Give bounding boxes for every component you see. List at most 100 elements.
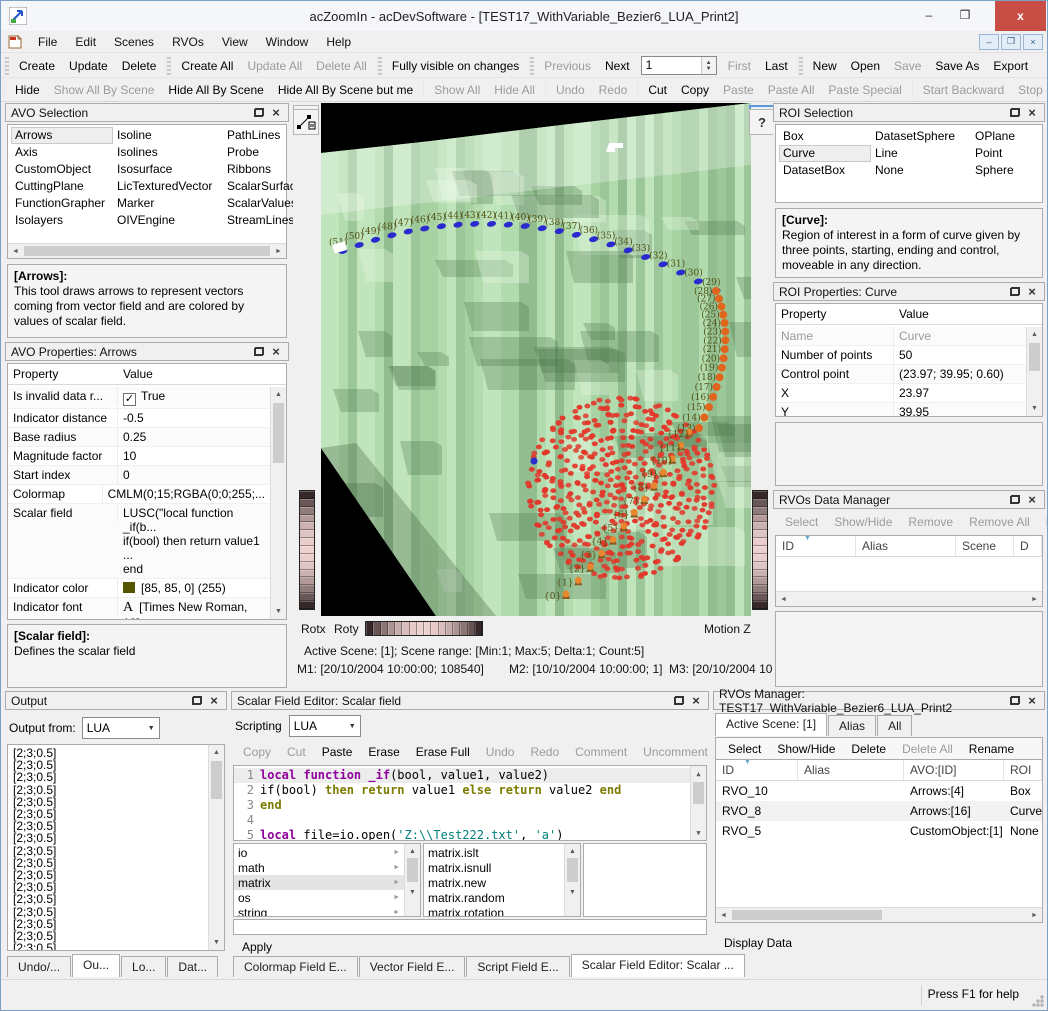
property-row[interactable]: Y39.95 <box>776 403 1026 416</box>
roi-item-line[interactable]: Line <box>871 145 971 162</box>
float-panel-icon[interactable] <box>252 346 266 358</box>
menu-rvos[interactable]: RVOs <box>163 33 213 51</box>
next-button[interactable]: Next <box>598 56 637 76</box>
column-header-scene[interactable]: Scene <box>956 536 1014 556</box>
roi-item-sphere[interactable]: Sphere <box>971 162 1043 179</box>
spinbox-arrows-icon[interactable]: ▲▼ <box>701 57 716 74</box>
property-row[interactable]: Base radius0.25 <box>8 428 270 447</box>
output-tab-dat[interactable]: Dat... <box>167 956 218 977</box>
avo-item-lictexturedvector[interactable]: LicTexturedVector <box>113 178 223 195</box>
minimize-button[interactable]: – <box>913 1 945 29</box>
copy-button[interactable]: Copy <box>674 80 716 100</box>
fn-item-matrix-isnull[interactable]: matrix.isnull <box>424 860 564 875</box>
show-hide-button[interactable]: Show/Hide <box>769 739 843 759</box>
lib-item-io[interactable]: io► <box>234 845 404 860</box>
editor-tab-colormap-field-e[interactable]: Colormap Field E... <box>233 956 358 977</box>
rvo-table-row[interactable]: RVO_8Arrows:[16]Curve <box>716 801 1042 821</box>
roi-properties-vscrollbar[interactable]: ▲ ▼ <box>1026 327 1042 416</box>
float-panel-icon[interactable] <box>252 107 266 119</box>
paste-button[interactable]: Paste <box>314 742 361 762</box>
title-bar[interactable]: acZoomIn - acDevSoftware - [TEST17_WithV… <box>1 1 1047 31</box>
column-header-alias[interactable]: Alias <box>856 536 956 556</box>
rvm-tab-all[interactable]: All <box>877 715 912 736</box>
rvo-table-row[interactable]: RVO_10Arrows:[4]Box <box>716 781 1042 801</box>
output-tab-undo[interactable]: Undo/... <box>7 956 71 977</box>
erase-full-button[interactable]: Erase Full <box>408 742 478 762</box>
property-row[interactable]: Control point(23.97; 39.95; 0.60) <box>776 365 1026 384</box>
column-header[interactable]: Property <box>776 304 894 324</box>
motion-z-label[interactable]: Motion Z <box>704 622 751 636</box>
column-header[interactable]: Value <box>118 364 158 384</box>
avo-item-ribbons[interactable]: Ribbons <box>223 161 293 178</box>
float-panel-icon[interactable] <box>1008 286 1022 298</box>
fn-item-matrix-islt[interactable]: matrix.islt <box>424 845 564 860</box>
erase-button[interactable]: Erase <box>360 742 407 762</box>
cut-button[interactable]: Cut <box>641 80 674 100</box>
avo-item-cuttingplane[interactable]: CuttingPlane <box>11 178 113 195</box>
avo-item-isosurface[interactable]: Isosurface <box>113 161 223 178</box>
avo-item-streamlines[interactable]: StreamLines <box>223 212 293 229</box>
lib-item-string[interactable]: string► <box>234 905 404 916</box>
fn-item-matrix-rotation[interactable]: matrix.rotation <box>424 905 564 916</box>
code-line[interactable]: 5local file=io.open('Z:\\Test222.txt', '… <box>234 828 690 840</box>
create-all-button[interactable]: Create All <box>174 56 240 76</box>
menu-file[interactable]: File <box>29 33 66 51</box>
property-row[interactable]: Is invalid data r...✓True <box>8 387 270 409</box>
roi-item-oplane[interactable]: OPlane <box>971 128 1043 145</box>
close-panel-icon[interactable] <box>1025 695 1039 707</box>
rvo-table-row[interactable]: RVO_5CustomObject:[1]None <box>716 821 1042 841</box>
roi-item-box[interactable]: Box <box>779 128 871 145</box>
lib-item-os[interactable]: os► <box>234 890 404 905</box>
column-header-id[interactable]: ID▼ <box>776 536 856 556</box>
avo-item-isolines[interactable]: Isolines <box>113 144 223 161</box>
menu-window[interactable]: Window <box>257 33 318 51</box>
avo-properties-vscrollbar[interactable]: ▲ ▼ <box>270 387 286 619</box>
lib-item-math[interactable]: math► <box>234 860 404 875</box>
rdm-hscrollbar[interactable]: ◄► <box>776 591 1042 606</box>
avo-item-marker[interactable]: Marker <box>113 195 223 212</box>
fully-visible-on-changes-button[interactable]: Fully visible on changes <box>385 56 526 76</box>
float-panel-icon[interactable] <box>1008 494 1022 506</box>
column-header-roi[interactable]: ROI <box>1004 760 1042 780</box>
close-panel-icon[interactable] <box>269 346 283 358</box>
mdi-minimize-icon[interactable]: – <box>979 34 999 50</box>
hide-button[interactable]: Hide <box>8 80 47 100</box>
column-header-id[interactable]: ID▼ <box>716 760 798 780</box>
avo-item-scalarsurface[interactable]: ScalarSurface <box>223 178 293 195</box>
create-button[interactable]: Create <box>12 56 62 76</box>
new-button[interactable]: New <box>806 56 844 76</box>
float-panel-icon[interactable] <box>1008 107 1022 119</box>
expression-input[interactable] <box>233 919 707 935</box>
float-panel-icon[interactable] <box>672 695 686 707</box>
property-row[interactable]: Indicator fontA[Times New Roman, 12] <box>8 598 270 619</box>
code-line[interactable]: 3end <box>234 798 690 813</box>
menu-edit[interactable]: Edit <box>66 33 105 51</box>
code-line[interactable]: 1local function _if(bool, value1, value2… <box>234 768 690 783</box>
rvm-tab-active-scene-1[interactable]: Active Scene: [1] <box>715 713 827 736</box>
float-panel-icon[interactable] <box>1008 695 1022 707</box>
scripting-combo[interactable]: LUA▼ <box>289 715 361 737</box>
save-as-button[interactable]: Save As <box>928 56 986 76</box>
maximize-button[interactable]: ❒ <box>949 1 981 29</box>
property-row[interactable]: Indicator color[85, 85, 0] (255) <box>8 579 270 598</box>
close-panel-icon[interactable] <box>1025 494 1039 506</box>
close-panel-icon[interactable] <box>1025 286 1039 298</box>
property-row[interactable]: Indicator distance-0.5 <box>8 409 270 428</box>
avo-item-oivengine[interactable]: OIVEngine <box>113 212 223 229</box>
column-header-avo-id[interactable]: AVO:[ID] <box>904 760 1004 780</box>
column-header-d[interactable]: D <box>1014 536 1042 556</box>
select-button[interactable]: Select <box>720 739 769 759</box>
output-tab-lo[interactable]: Lo... <box>121 956 166 977</box>
rename-button[interactable]: Rename <box>961 739 1022 759</box>
menu-scenes[interactable]: Scenes <box>105 33 163 51</box>
output-vscrollbar[interactable]: ▲ ▼ <box>208 745 224 950</box>
lib-item-matrix[interactable]: matrix► <box>234 875 404 890</box>
resize-grip-icon[interactable] <box>1032 995 1044 1007</box>
output-source-combo[interactable]: LUA▼ <box>82 717 160 739</box>
avo-item-isoline[interactable]: Isoline <box>113 127 223 144</box>
viewport-3d-canvas[interactable]: (51)(50)(49)(48)(47)(46)(45)(44)(43)(42)… <box>321 103 751 616</box>
hide-all-by-scene-button[interactable]: Hide All By Scene <box>161 80 270 100</box>
output-tab-ou[interactable]: Ou... <box>72 954 120 977</box>
avo-item-probe[interactable]: Probe <box>223 144 293 161</box>
close-panel-icon[interactable] <box>689 695 703 707</box>
